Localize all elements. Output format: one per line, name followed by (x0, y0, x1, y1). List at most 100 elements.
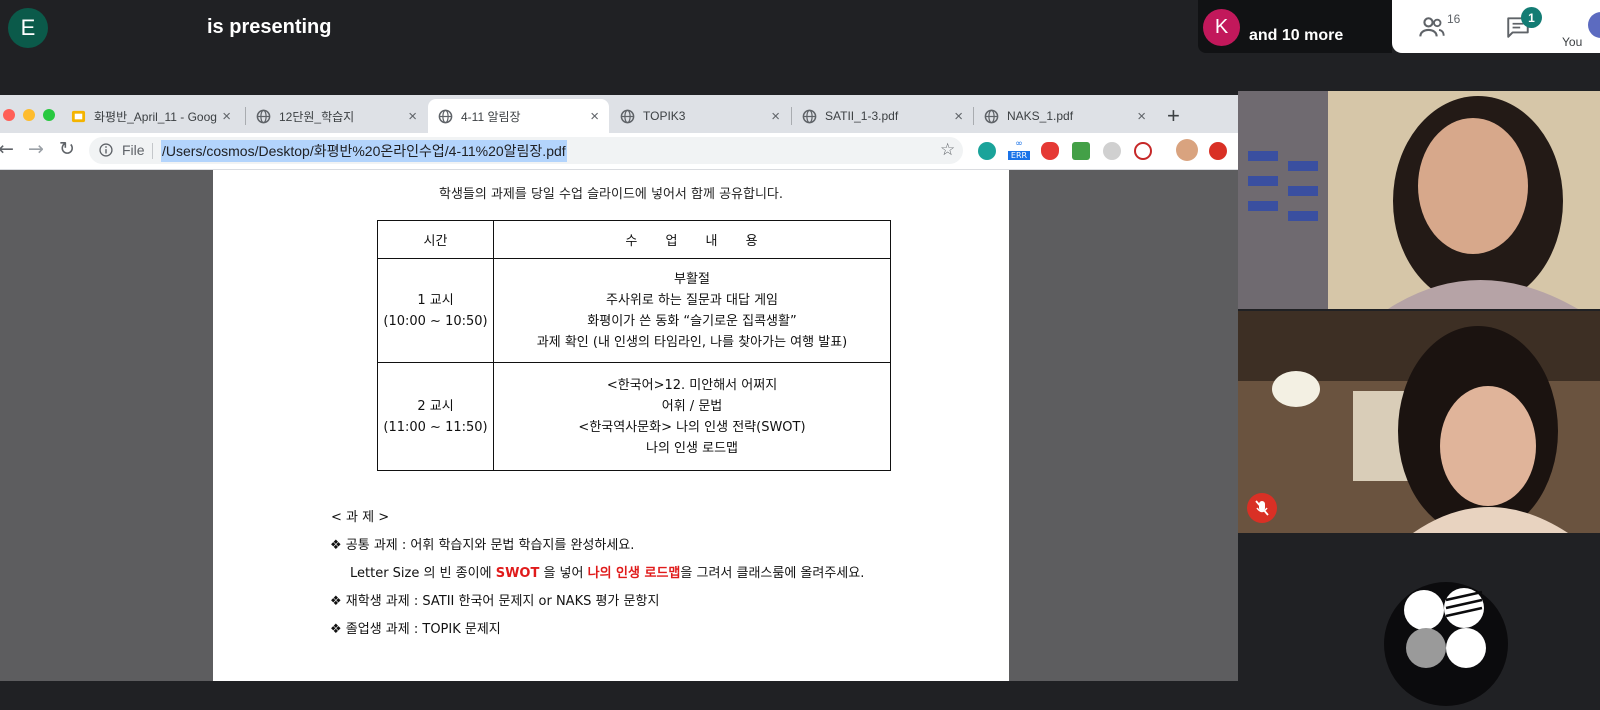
tab-study-sheet[interactable]: 12단원_학습지 × (246, 99, 427, 133)
student-video (1238, 311, 1600, 533)
globe-icon (802, 109, 817, 123)
tab-close-icon[interactable]: × (222, 108, 231, 125)
tab-label: 12단원_학습지 (279, 109, 355, 124)
intro-line: 학생들의 과제를 당일 수업 슬라이드에 넣어서 함께 공유합니다. (438, 187, 784, 202)
bullet-icon: ❖ (330, 622, 342, 637)
period-time: (10:00 ~ 10:50) (383, 313, 488, 329)
homework-current: ❖ 재학생 과제 : SATII 한국어 문제지 or NAKS 평가 문항지 (330, 590, 659, 609)
minimize-window-icon[interactable] (23, 109, 35, 121)
info-icon[interactable] (99, 143, 113, 157)
tab-close-icon[interactable]: × (1137, 108, 1146, 125)
tab-naks-pdf[interactable]: NAKS_1.pdf × (974, 99, 1156, 133)
homework-graduate-text: 졸업생 과제 : TOPIK 문제지 (345, 622, 501, 637)
tab-close-icon[interactable]: × (771, 108, 780, 125)
pdf-page: 학생들의 과제를 당일 수업 슬라이드에 넣어서 함께 공유합니다. 시간 수 … (213, 170, 1009, 681)
table-row: 2 교시 (11:00 ~ 11:50) <한국어>12. 미안해서 어쩌지 어… (377, 362, 891, 471)
address-divider (152, 143, 153, 159)
tab-slides[interactable]: 화평반_April_11 - Goog × (61, 99, 241, 133)
globe-icon (256, 109, 271, 123)
content-line: <한국어>12. 미안해서 어쩌지 (606, 377, 778, 393)
table-row: 1 교시 (10:00 ~ 10:50) 부활절 주사위로 하는 질문과 대답 … (377, 258, 891, 363)
bullet-icon: ❖ (330, 594, 342, 609)
green-extension-icon[interactable] (1072, 142, 1090, 160)
more-participants-label: and 10 more (1249, 27, 1344, 44)
google-slides-icon (71, 110, 86, 122)
bullet-icon: ❖ (330, 538, 342, 553)
schedule-table: 시간 수 업 내 용 1 교시 (10:00 ~ 10:50) 부활절 주사위로… (377, 220, 891, 471)
homework-current-text: 재학생 과제 : SATII 한국어 문제지 or NAKS 평가 문항지 (345, 594, 660, 609)
tab-notice-pdf[interactable]: 4-11 알림장 × (428, 99, 609, 133)
tab-satii-pdf[interactable]: SATII_1-3.pdf × (792, 99, 973, 133)
people-icon[interactable] (1418, 13, 1446, 41)
participant-video-tile[interactable] (1238, 91, 1600, 309)
letter-post: 을 그려서 클래스룸에 올려주세요. (680, 566, 865, 581)
content-line: 과제 확인 (내 인생의 타임라인, 나를 찾아가는 여행 발표) (536, 334, 848, 350)
shared-browser-window: 화평반_April_11 - Goog × 12단원_학습지 × 4-11 알림… (0, 95, 1238, 681)
update-icon[interactable] (1209, 142, 1227, 160)
red-shield-extension-icon[interactable] (1041, 142, 1059, 160)
globe-icon (620, 109, 635, 123)
letter-mid: 을 넣어 (539, 566, 588, 581)
tab-topik3[interactable]: TOPIK3 × (610, 99, 790, 133)
err-extension-icon[interactable]: ∞ ERR (1008, 139, 1030, 163)
letter-roadmap: 나의 인생 로드맵 (587, 566, 681, 581)
tab-label: 화평반_April_11 - Goog (94, 109, 217, 124)
url-text[interactable]: /Users/cosmos/Desktop/화평반%20온라인수업/4-11%2… (161, 140, 567, 162)
tab-label: 4-11 알림장 (461, 109, 521, 124)
content-line: 나의 인생 로드맵 (646, 440, 738, 456)
participant-avatar: K (1203, 9, 1240, 46)
tab-close-icon[interactable]: × (408, 108, 417, 125)
tab-close-icon[interactable]: × (590, 108, 599, 125)
participant-video-tile[interactable] (1238, 311, 1600, 533)
header-time: 시간 (377, 220, 494, 259)
meet-extension-icon[interactable] (978, 142, 996, 160)
maximize-window-icon[interactable] (43, 109, 55, 121)
bookmark-star-icon[interactable]: ☆ (940, 140, 955, 160)
address-bar[interactable]: File /Users/cosmos/Desktop/화평반%20온라인수업/4… (89, 137, 963, 164)
homework-graduate: ❖ 졸업생 과제 : TOPIK 문제지 (330, 618, 501, 637)
homework-heading: < 과 제 > (331, 510, 390, 525)
back-icon[interactable]: ← (0, 138, 14, 160)
content-line: 화평이가 쓴 동화 “슬기로운 집콕생활” (587, 313, 797, 329)
content-cell: 부활절 주사위로 하는 질문과 대답 게임 화평이가 쓴 동화 “슬기로운 집콕… (493, 258, 891, 363)
homework-common: ❖ 공통 과제 : 어휘 학습지와 문법 학습지를 완성하세요. (330, 534, 634, 553)
tab-close-icon[interactable]: × (954, 108, 963, 125)
period-cell: 1 교시 (10:00 ~ 10:50) (377, 258, 494, 363)
file-scheme-label: File (122, 142, 145, 158)
close-window-icon[interactable] (3, 109, 15, 121)
letter-swot: SWOT (495, 566, 540, 581)
period-cell: 2 교시 (11:00 ~ 11:50) (377, 362, 494, 471)
mic-off-icon (1255, 500, 1269, 516)
content-line: 부활절 (674, 271, 710, 287)
chat-unread-badge: 1 (1521, 7, 1542, 28)
period-label: 2 교시 (417, 398, 454, 414)
teacher-video (1238, 91, 1600, 309)
content-cell: <한국어>12. 미안해서 어쩌지 어휘 / 문법 <한국역사문화> 나의 인생… (493, 362, 891, 471)
browser-toolbar: ← → ↻ File /Users/cosmos/Desktop/화평반%20온… (0, 133, 1238, 170)
participant-logo-tile[interactable] (1384, 582, 1508, 706)
period-time: (11:00 ~ 11:50) (383, 419, 488, 435)
tab-label: NAKS_1.pdf (1007, 109, 1074, 123)
self-label: You (1562, 35, 1583, 49)
profile-avatar-icon[interactable] (1176, 139, 1198, 161)
header-content: 수 업 내 용 (493, 220, 891, 259)
new-tab-button[interactable]: + (1167, 103, 1180, 129)
globe-icon (984, 109, 999, 123)
content-line: 어휘 / 문법 (661, 398, 723, 414)
gray-extension-icon[interactable] (1103, 142, 1121, 160)
homework-letter: Letter Size 의 빈 종이에 SWOT 을 넣어 나의 인생 로드맵을… (350, 562, 864, 581)
period-label: 1 교시 (417, 292, 454, 308)
blocker-extension-icon[interactable] (1134, 142, 1152, 160)
forward-icon[interactable]: → (28, 138, 44, 160)
err-label: ERR (1008, 151, 1030, 160)
homework-common-text: 공통 과제 : 어휘 학습지와 문법 학습지를 완성하세요. (345, 538, 635, 553)
tab-label: SATII_1-3.pdf (825, 109, 899, 123)
content-line: 주사위로 하는 질문과 대답 게임 (605, 292, 778, 308)
tab-label: TOPIK3 (643, 109, 686, 123)
reload-icon[interactable]: ↻ (59, 138, 75, 160)
tab-strip: 화평반_April_11 - Goog × 12단원_학습지 × 4-11 알림… (0, 95, 1238, 133)
content-line: <한국역사문화> 나의 인생 전략(SWOT) (578, 419, 806, 435)
muted-mic-icon (1247, 493, 1277, 523)
group-logo-icon (1404, 588, 1486, 668)
globe-icon (438, 109, 453, 123)
